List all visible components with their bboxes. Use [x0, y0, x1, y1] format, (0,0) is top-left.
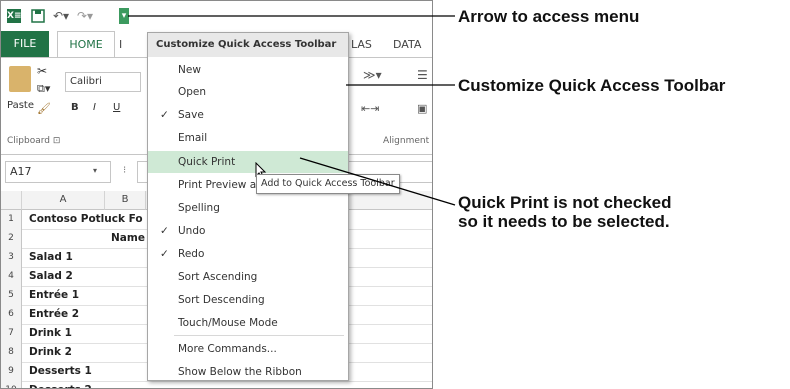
font-name-field[interactable]: Calibri — [65, 72, 141, 92]
format-painter-icon[interactable]: 🖌 — [37, 102, 51, 115]
formula-bar-separator: ⁝ — [123, 165, 127, 176]
checkmark-icon: ✓ — [160, 248, 169, 260]
menu-item-label: Show Below the Ribbon — [178, 366, 302, 378]
redo-icon[interactable]: ↷▾ — [77, 9, 93, 23]
excel-window: X≡ ↶▾ ↷▾ ▾ FILE HOME I LAS DATA Paste ✂ … — [0, 0, 433, 389]
bold-button[interactable]: B — [71, 102, 79, 113]
callout-quick-print-line2: so it needs to be selected. — [458, 212, 670, 231]
select-all-corner[interactable] — [1, 191, 22, 210]
menu-item-spelling[interactable]: Spelling — [148, 197, 348, 219]
alignment-group-label: Alignment — [383, 136, 430, 146]
column-header-b[interactable]: B — [105, 191, 146, 210]
cell-a[interactable]: Entrée 1 — [29, 286, 79, 305]
quick-access-toolbar: X≡ ↶▾ ↷▾ ▾ — [1, 1, 432, 31]
menu-item-open[interactable]: Open — [148, 81, 348, 103]
tab-formulas-partial[interactable]: LAS — [351, 38, 372, 51]
menu-item-show-below-the-ribbon[interactable]: Show Below the Ribbon — [148, 361, 348, 383]
tab-file[interactable]: FILE — [1, 31, 49, 57]
menu-title: Customize Quick Access Toolbar — [148, 33, 348, 57]
menu-item-label: Save — [178, 109, 204, 121]
indent-icon[interactable]: ⇤⇥ — [361, 102, 379, 115]
row-number[interactable]: 6 — [1, 305, 22, 324]
cell-a[interactable]: Drink 2 — [29, 343, 72, 362]
row-number[interactable]: 10 — [1, 381, 22, 388]
row-number[interactable]: 1 — [1, 210, 22, 229]
menu-item-label: Sort Ascending — [178, 271, 258, 283]
callout-customize: Customize Quick Access Toolbar — [458, 76, 726, 95]
row-number[interactable]: 4 — [1, 267, 22, 286]
menu-item-label: Email — [178, 132, 208, 144]
menu-item-quick-print[interactable]: Quick Print — [148, 151, 348, 173]
tab-data[interactable]: DATA — [393, 38, 421, 51]
merge-icon[interactable]: ▣ — [417, 102, 427, 115]
customize-qat-menu: Customize Quick Access Toolbar New Open ✓ S… — [147, 32, 349, 381]
menu-item-undo[interactable]: ✓ Undo — [148, 220, 348, 242]
menu-item-sort-ascending[interactable]: Sort Ascending — [148, 266, 348, 288]
menu-item-label: Sort Descending — [178, 294, 265, 306]
cell-a[interactable]: Drink 1 — [29, 324, 72, 343]
tab-home[interactable]: HOME — [57, 31, 115, 58]
add-to-qat-tooltip: Add to Quick Access Toolbar — [256, 174, 400, 194]
menu-item-touch-mouse-mode[interactable]: Touch/Mouse Mode — [148, 312, 348, 334]
menu-item-label: Touch/Mouse Mode — [178, 317, 278, 329]
menu-item-save[interactable]: ✓ Save — [148, 104, 348, 126]
tab-insert-partial[interactable]: I — [119, 38, 122, 51]
row-number[interactable]: 8 — [1, 343, 22, 362]
menu-item-label: Open — [178, 86, 207, 98]
menu-separator — [174, 335, 344, 336]
menu-item-email[interactable]: Email — [148, 127, 348, 149]
menu-item-label: Spelling — [178, 202, 220, 214]
paste-icon[interactable] — [9, 66, 31, 92]
menu-item-label: New — [178, 64, 201, 76]
orientation-icon[interactable]: ≫▾ — [363, 68, 382, 82]
callout-quick-print-line1: Quick Print is not checked — [458, 193, 672, 212]
row-number[interactable]: 2 — [1, 229, 22, 248]
checkmark-icon: ✓ — [160, 109, 169, 121]
menu-item-redo[interactable]: ✓ Redo — [148, 243, 348, 265]
row-number[interactable]: 3 — [1, 248, 22, 267]
menu-item-sort-descending[interactable]: Sort Descending — [148, 289, 348, 311]
copy-icon[interactable]: ⧉▾ — [37, 82, 50, 96]
menu-item-label: More Commands... — [178, 343, 277, 355]
undo-icon[interactable]: ↶▾ — [53, 9, 69, 23]
cell-a[interactable]: Desserts 1 — [29, 362, 92, 381]
row-number[interactable]: 7 — [1, 324, 22, 343]
checkmark-icon: ✓ — [160, 225, 169, 237]
menu-item-label: Quick Print — [178, 156, 236, 168]
customize-qat-arrow-button[interactable]: ▾ — [119, 8, 129, 24]
callout-arrow: Arrow to access menu — [458, 7, 640, 26]
cell-a[interactable]: Salad 2 — [29, 267, 73, 286]
menu-item-label: Undo — [178, 225, 206, 237]
row-number[interactable]: 5 — [1, 286, 22, 305]
menu-item-more-commands[interactable]: More Commands... — [148, 338, 348, 360]
underline-button[interactable]: U — [113, 102, 120, 113]
cell-a[interactable]: Contoso Potluck Fo — [29, 210, 143, 229]
wrap-text-icon[interactable]: ☰ — [417, 68, 428, 82]
cell-a[interactable]: Desserts 2 — [29, 381, 92, 388]
column-header-a[interactable]: A — [22, 191, 105, 210]
clipboard-group-label: Clipboard ⊡ — [7, 136, 61, 146]
cell-a[interactable]: Entrée 2 — [29, 305, 79, 324]
paste-label[interactable]: Paste — [7, 100, 34, 111]
row-number[interactable]: 9 — [1, 362, 22, 381]
cell-a[interactable]: Salad 1 — [29, 248, 73, 267]
cut-icon[interactable]: ✂ — [37, 64, 47, 78]
name-box-dropdown-icon[interactable]: ▾ — [93, 166, 97, 175]
italic-button[interactable]: I — [93, 102, 96, 113]
cell-b[interactable]: Name — [111, 229, 145, 248]
save-icon[interactable] — [31, 9, 45, 23]
excel-app-icon: X≡ — [7, 9, 22, 23]
menu-item-new[interactable]: New — [148, 59, 348, 81]
menu-item-label: Redo — [178, 248, 205, 260]
